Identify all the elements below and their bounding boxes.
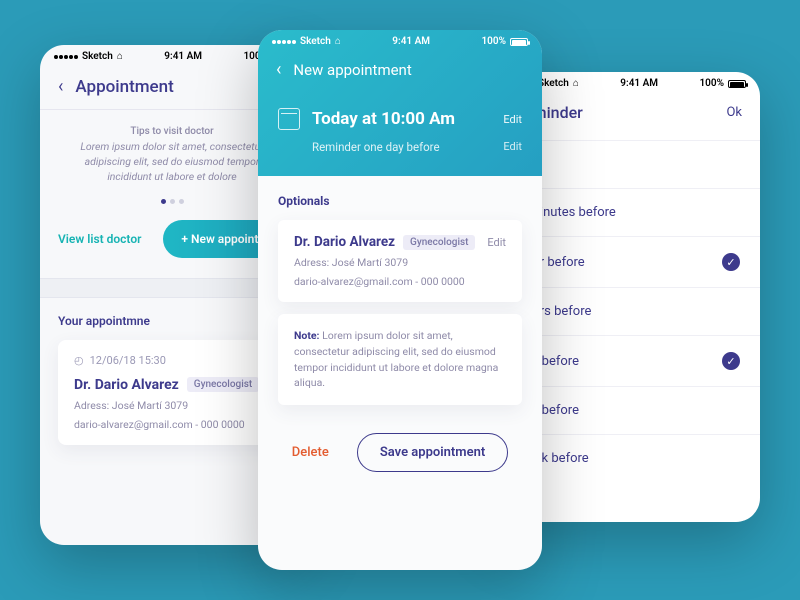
- ok-button[interactable]: Ok: [726, 105, 742, 120]
- delete-button[interactable]: Delete: [292, 445, 329, 460]
- battery-icon: [510, 38, 528, 46]
- doctor-name: Dr. Dario Alvarez: [74, 377, 179, 393]
- status-time: 9:41 AM: [164, 51, 202, 62]
- edit-datetime-button[interactable]: Edit: [503, 113, 522, 126]
- save-appointment-button[interactable]: Save appointment: [357, 433, 508, 472]
- edit-doctor-button[interactable]: Edit: [487, 236, 506, 249]
- signal-icon: [272, 40, 296, 44]
- appointment-datetime: Today at 10:00 Am: [312, 109, 455, 129]
- optionals-heading: Optionals: [278, 194, 522, 208]
- carrier-label: Sketch: [300, 36, 331, 47]
- page-title: Appointment: [75, 77, 173, 97]
- nav-bar: ‹ New appointment: [258, 49, 542, 86]
- carrier-label: Sketch: [82, 51, 113, 62]
- specialty-tag: Gynecologist: [187, 377, 259, 392]
- check-icon: ✓: [722, 352, 740, 370]
- wifi-icon: ⌂: [117, 51, 123, 62]
- signal-icon: [54, 55, 78, 59]
- clock-icon: ◴: [74, 354, 84, 367]
- status-time: 9:41 AM: [392, 36, 430, 47]
- back-icon[interactable]: ‹: [276, 59, 281, 80]
- page-title: New appointment: [293, 61, 411, 79]
- wifi-icon: ⌂: [573, 78, 579, 89]
- appointment-datetime: 12/06/18 15:30: [90, 354, 166, 367]
- screen-new-appointment: Sketch ⌂ 9:41 AM 100% ‹ New appointment …: [258, 30, 542, 570]
- edit-reminder-button[interactable]: Edit: [503, 140, 522, 154]
- calendar-icon: [278, 108, 300, 130]
- status-bar: Sketch ⌂ 9:41 AM 100%: [258, 30, 542, 49]
- tips-heading: Tips to visit doctor: [64, 126, 280, 137]
- note-body: Lorem ipsum dolor sit amet, consectetur …: [294, 329, 498, 389]
- appointment-card[interactable]: ◴ 12/06/18 15:30 Dr. Dario Alvarez Gynec…: [58, 340, 286, 445]
- doctor-contact: dario-alvarez@gmail.com - 000 0000: [74, 418, 270, 431]
- carrier-label: Sketch: [538, 78, 569, 89]
- reminder-text: Reminder one day before: [312, 140, 440, 154]
- doctor-name: Dr. Dario Alvarez: [294, 234, 395, 250]
- specialty-tag: Gynecologist: [403, 235, 475, 250]
- tips-body: Lorem ipsum dolor sit amet, consectetur …: [64, 139, 280, 185]
- note-card: Note: Lorem ipsum dolor sit amet, consec…: [278, 314, 522, 405]
- doctor-address: Adress: José Martí 3079: [294, 256, 506, 269]
- battery-label: 100%: [699, 78, 724, 89]
- status-time: 9:41 AM: [620, 78, 658, 89]
- doctor-card: Dr. Dario Alvarez Gynecologist Edit Adre…: [278, 220, 522, 302]
- doctor-contact: dario-alvarez@gmail.com - 000 0000: [294, 275, 506, 288]
- battery-label: 100%: [481, 36, 506, 47]
- back-icon[interactable]: ‹: [58, 76, 63, 97]
- check-icon: ✓: [722, 253, 740, 271]
- doctor-address: Adress: José Martí 3079: [74, 399, 270, 412]
- view-list-doctor-link[interactable]: View list doctor: [58, 232, 141, 246]
- wifi-icon: ⌂: [335, 36, 341, 47]
- note-label: Note:: [294, 329, 320, 342]
- battery-icon: [728, 80, 746, 88]
